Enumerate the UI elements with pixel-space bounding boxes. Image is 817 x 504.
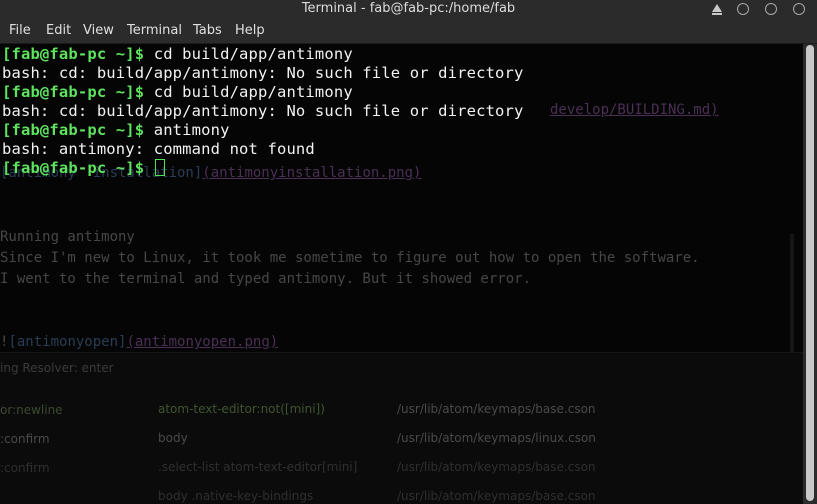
ghost-kb-source: /usr/lib/atom/keymaps/base.cson xyxy=(397,460,596,474)
ghost-kb-selector: atom-text-editor:not([mini]) xyxy=(158,402,325,416)
menu-tabs[interactable]: Tabs xyxy=(193,23,222,38)
menu-bar: File Edit View Terminal Tabs Help xyxy=(0,18,817,44)
menu-help[interactable]: Help xyxy=(235,23,265,38)
circle-icon xyxy=(765,3,777,15)
command-text: cd build/app/antimony xyxy=(144,83,353,101)
command-input[interactable] xyxy=(144,159,153,177)
terminal-line: [fab@fab-pc ~]$ antimony xyxy=(2,121,230,140)
terminal-line[interactable]: [fab@fab-pc ~]$ xyxy=(2,159,165,178)
window-title: Terminal - fab@fab-pc:/home/fab xyxy=(301,1,516,16)
shell-prompt: [fab@fab-pc ~]$ xyxy=(2,121,145,139)
ghost-kb-command: :confirm xyxy=(0,461,50,475)
ghost-paragraph-1: Since I'm new to Linux, it took me somet… xyxy=(0,250,700,266)
output-text: bash: cd: build/app/antimony: No such fi… xyxy=(2,102,524,120)
terminal-line: [fab@fab-pc ~]$ cd build/app/antimony xyxy=(2,83,353,102)
shell-prompt: [fab@fab-pc ~]$ xyxy=(2,83,145,101)
terminal-scrollbar[interactable] xyxy=(803,44,817,504)
ghost-image-line-b: ![antimonyopen](antimonyopen.png) xyxy=(0,334,278,350)
ghost-image-link-b: (antimonyopen.png) xyxy=(126,334,279,350)
ghost-keybinding-panel: ing Resolver: enter or:newline atom-text… xyxy=(0,353,803,504)
shade-button[interactable] xyxy=(711,2,725,16)
close-button[interactable] xyxy=(792,2,806,16)
circle-icon xyxy=(737,3,749,15)
title-bar: Terminal - fab@fab-pc:/home/fab xyxy=(0,0,817,18)
circle-icon xyxy=(793,3,805,15)
arrow-up-icon xyxy=(712,4,722,15)
ghost-link-tail: develop/BUILDING.md) xyxy=(550,102,719,118)
menu-view[interactable]: View xyxy=(83,23,114,38)
menu-edit[interactable]: Edit xyxy=(46,23,71,38)
ghost-kb-command: or:newline xyxy=(0,403,63,417)
menu-terminal[interactable]: Terminal xyxy=(127,23,182,38)
ghost-resolver-header: ing Resolver: enter xyxy=(0,361,114,375)
terminal-line: bash: antimony: command not found xyxy=(2,140,315,159)
ghost-paragraph-2: I went to the terminal and typed antimon… xyxy=(0,271,532,287)
scrollbar-thumb[interactable] xyxy=(806,45,814,501)
output-text: bash: antimony: command not found xyxy=(2,140,315,158)
minimize-button[interactable] xyxy=(736,2,750,16)
ghost-kb-source: /usr/lib/atom/keymaps/base.cson xyxy=(397,402,596,416)
command-text: cd build/app/antimony xyxy=(144,45,353,63)
terminal-line: bash: cd: build/app/antimony: No such fi… xyxy=(2,102,524,121)
ghost-image-alt-b: [antimonyopen] xyxy=(8,334,127,350)
ghost-kb-command: :confirm xyxy=(0,432,50,446)
shell-prompt: [fab@fab-pc ~]$ xyxy=(2,45,145,63)
terminal-line: [fab@fab-pc ~]$ cd build/app/antimony xyxy=(2,45,353,64)
ghost-kb-source: /usr/lib/atom/keymaps/linux.cson xyxy=(397,431,596,445)
menu-file[interactable]: File xyxy=(9,23,31,38)
ghost-image-link-a: (antimonyinstallation.png) xyxy=(202,165,422,181)
ghost-kb-selector: .select-list atom-text-editor[mini] xyxy=(158,460,358,474)
command-text: antimony xyxy=(144,121,230,139)
text-cursor xyxy=(154,159,165,176)
ghost-heading: Running antimony xyxy=(0,229,135,245)
terminal-line: bash: cd: build/app/antimony: No such fi… xyxy=(2,64,524,83)
output-text: bash: cd: build/app/antimony: No such fi… xyxy=(2,64,524,82)
ghost-kb-selector: body xyxy=(158,431,188,445)
shell-prompt: [fab@fab-pc ~]$ xyxy=(2,159,145,177)
ghost-kb-source: /usr/lib/atom/keymaps/base.cson xyxy=(397,489,596,503)
maximize-button[interactable] xyxy=(764,2,778,16)
terminal-view[interactable]: develop/BUILDING.md) [antimony installat… xyxy=(0,44,803,504)
ghost-kb-selector: body .native-key-bindings xyxy=(158,489,314,503)
